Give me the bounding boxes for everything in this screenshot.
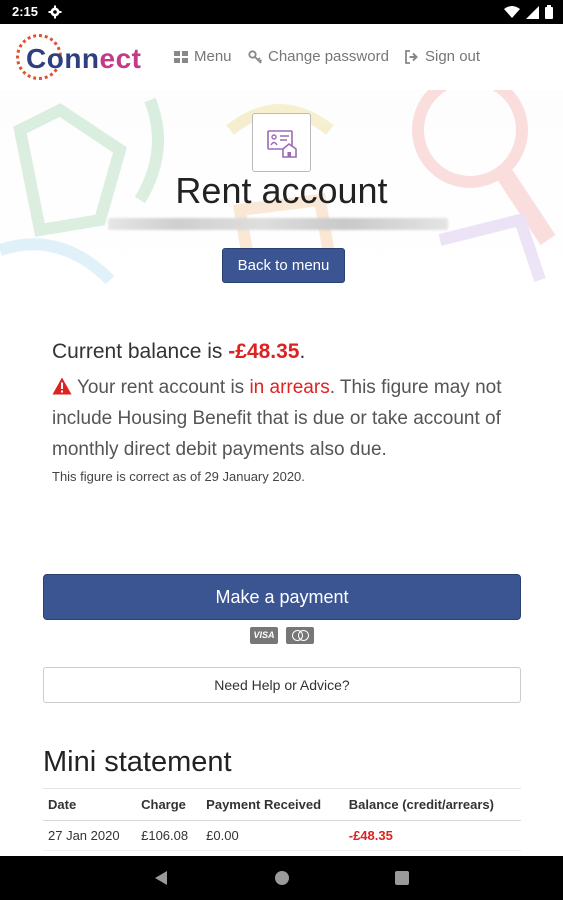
page-title: Rent account [175, 170, 388, 211]
nav-change-password-label: Change password [268, 48, 389, 65]
visa-card-icon: VISA [250, 627, 278, 644]
settings-gear-icon [48, 5, 62, 19]
status-time: 2:15 [12, 4, 39, 19]
app-header: Connect Menu Change password Sign out [0, 24, 563, 90]
nav-sign-out-label: Sign out [425, 48, 481, 65]
table-header-row: Date Charge Payment Received Balance (cr… [43, 788, 521, 821]
column-header-payment: Payment Received [201, 788, 344, 821]
balance-date-note: This figure is correct as of 29 January … [52, 469, 305, 484]
row-charge: £106.08 [136, 820, 202, 851]
column-header-charge: Charge [136, 788, 202, 821]
balance-suffix: . [299, 340, 306, 363]
sign-out-icon [405, 49, 418, 64]
hero-banner: Rent account Back to menu [0, 90, 563, 290]
balance-amount: -£48.35 [228, 340, 300, 363]
current-balance-line: Current balance is -£48.35. [52, 340, 522, 364]
home-circle-icon[interactable] [275, 871, 289, 885]
mini-statement-table: Date Charge Payment Received Balance (cr… [43, 788, 521, 851]
column-header-date: Date [43, 788, 137, 821]
status-bar: 2:15 [0, 0, 563, 24]
warning-text-before: Your rent account is [76, 377, 250, 398]
back-triangle-icon[interactable] [154, 870, 168, 886]
table-row: 27 Jan 2020 £106.08 £0.00 -£48.35 [43, 820, 521, 851]
cell-signal-icon [526, 5, 539, 19]
battery-icon [545, 5, 553, 19]
grid-menu-icon [174, 50, 188, 63]
balance-prefix: Current balance is [52, 340, 229, 363]
arrears-status: in arrears [249, 377, 330, 398]
nav-menu-label: Menu [194, 48, 232, 65]
wifi-icon [504, 5, 520, 18]
nav-change-password-link[interactable]: Change password [248, 48, 389, 65]
key-icon [248, 49, 262, 64]
mastercard-icon [286, 627, 314, 644]
column-header-balance: Balance (credit/arrears) [343, 788, 521, 821]
accepted-cards: VISA [250, 627, 314, 644]
nav-menu-link[interactable]: Menu [174, 48, 232, 65]
rent-account-icon [252, 113, 311, 172]
arrears-warning: Your rent account is in arrears. This fi… [52, 372, 522, 465]
balance-section: Current balance is -£48.35. Your rent ac… [52, 340, 522, 484]
mini-statement-title: Mini statement [43, 746, 232, 778]
row-balance: -£48.35 [343, 820, 521, 851]
row-payment: £0.00 [201, 820, 344, 851]
make-payment-button[interactable]: Make a payment [43, 574, 521, 620]
back-to-menu-button[interactable]: Back to menu [222, 248, 345, 283]
recent-apps-square-icon[interactable] [395, 871, 409, 885]
logo-text: Connect [26, 43, 142, 74]
warning-icon [52, 377, 72, 395]
nav-sign-out-link[interactable]: Sign out [405, 48, 480, 65]
status-indicators [504, 5, 553, 19]
connect-logo[interactable]: Connect [16, 34, 142, 82]
redacted-address-bar [108, 218, 448, 230]
android-navigation-bar [0, 856, 563, 900]
row-date: 27 Jan 2020 [43, 820, 137, 851]
need-help-button[interactable]: Need Help or Advice? [43, 667, 521, 703]
